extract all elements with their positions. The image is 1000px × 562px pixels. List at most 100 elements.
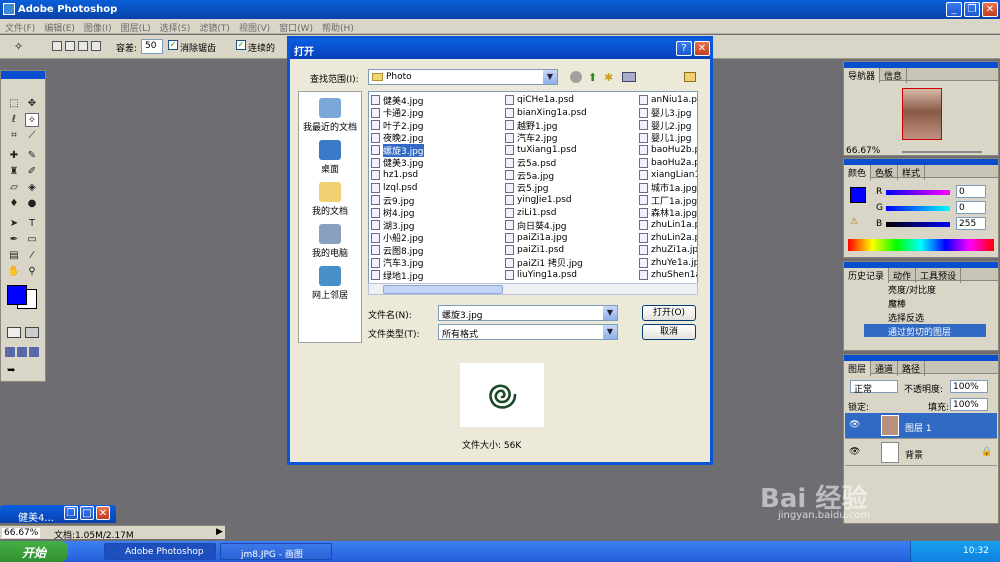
- slice-tool-icon[interactable]: ⟋: [25, 129, 39, 143]
- contiguous-checkbox[interactable]: ✓: [236, 40, 246, 50]
- place-desktop[interactable]: 桌面: [299, 140, 361, 175]
- scrollbar-thumb[interactable]: [383, 285, 503, 294]
- file-item[interactable]: lzql.psd: [371, 182, 499, 195]
- b-slider[interactable]: [886, 222, 950, 227]
- file-item[interactable]: 螺旋3.jpg: [371, 143, 499, 157]
- file-item[interactable]: paiZi1a.jpg: [505, 232, 633, 245]
- file-item[interactable]: 夜晚2.jpg: [371, 132, 499, 144]
- layer-row[interactable]: 👁 图层 1: [845, 413, 997, 439]
- pen-tool-icon[interactable]: ✒: [7, 233, 21, 247]
- navigator-thumbnail[interactable]: [902, 88, 942, 140]
- menu-layer[interactable]: 图层(L): [116, 19, 155, 34]
- fullscreen-mode-icon[interactable]: [29, 347, 39, 357]
- foreground-color-swatch[interactable]: [7, 285, 27, 305]
- file-item[interactable]: paiZi1 拷贝.jpg: [505, 257, 633, 269]
- history-item[interactable]: 选择反选: [864, 310, 986, 324]
- history-brush-icon[interactable]: ✐: [25, 165, 39, 179]
- b-input[interactable]: 255: [956, 217, 986, 230]
- file-item[interactable]: baoHu2b.ps: [639, 144, 697, 157]
- foreground-color-swatch[interactable]: [850, 187, 866, 203]
- bucket-tool-icon[interactable]: ◈: [25, 181, 39, 195]
- file-item[interactable]: 婴儿1.jpg: [639, 132, 697, 144]
- filename-input[interactable]: 螺旋3.jpg ▼: [438, 305, 618, 321]
- file-item[interactable]: hz1.psd: [371, 169, 499, 182]
- file-item[interactable]: yingJie1.psd: [505, 194, 633, 207]
- tab-actions[interactable]: 动作: [889, 268, 917, 283]
- minimize-button[interactable]: _: [946, 2, 962, 17]
- file-item[interactable]: 汽车2.jpg: [505, 132, 633, 144]
- file-item[interactable]: 云5.jpg: [505, 182, 633, 194]
- eye-icon[interactable]: 👁: [849, 447, 860, 457]
- file-item[interactable]: 绿地1.jpg: [371, 269, 499, 282]
- tab-channels[interactable]: 通道: [871, 361, 899, 376]
- zoom-tool-icon[interactable]: ⚲: [25, 265, 39, 279]
- back-icon[interactable]: [570, 71, 582, 83]
- task-paint[interactable]: jm8.JPG - 画图: [220, 543, 332, 560]
- file-item[interactable]: 云9.jpg: [371, 194, 499, 207]
- standard-mode-icon[interactable]: [7, 327, 21, 338]
- lasso-tool-icon[interactable]: ℓ: [7, 113, 21, 127]
- notes-tool-icon[interactable]: ▤: [7, 249, 21, 263]
- hand-tool-icon[interactable]: ✋: [7, 265, 21, 279]
- healing-brush-icon[interactable]: ✚: [7, 149, 21, 163]
- shape-tool-icon[interactable]: ▭: [25, 233, 39, 247]
- subtract-selection-icon[interactable]: [78, 41, 88, 51]
- file-item[interactable]: 向日葵4.jpg: [505, 219, 633, 232]
- blend-mode-dropdown[interactable]: 正常: [850, 380, 898, 395]
- open-button[interactable]: 打开(O): [642, 305, 696, 321]
- doc-restore-button[interactable]: ❐: [64, 506, 78, 520]
- file-item[interactable]: 健美3.jpg: [371, 157, 499, 169]
- r-slider[interactable]: [886, 190, 950, 195]
- history-item[interactable]: 魔棒: [864, 296, 986, 310]
- antialias-checkbox[interactable]: ✓: [168, 40, 178, 50]
- type-tool-icon[interactable]: T: [25, 217, 39, 231]
- screen-mode-icon[interactable]: [5, 347, 15, 357]
- menu-help[interactable]: 帮助(H): [317, 19, 358, 34]
- file-item[interactable]: zhuLin2a.p: [639, 232, 697, 245]
- task-photoshop[interactable]: Adobe Photoshop: [104, 543, 216, 560]
- file-item[interactable]: 健美4.jpg: [371, 94, 499, 107]
- place-computer[interactable]: 我的电脑: [299, 224, 361, 259]
- layer-row[interactable]: 👁 背景 🔒: [845, 440, 997, 466]
- eye-icon[interactable]: 👁: [849, 420, 860, 430]
- start-button[interactable]: 开始: [0, 541, 68, 562]
- file-item[interactable]: zhuZi1a.jpg: [639, 244, 697, 257]
- file-item[interactable]: paiZi1.psd: [505, 244, 633, 257]
- menu-image[interactable]: 图像(I): [79, 19, 116, 34]
- desktop-folder-icon[interactable]: [684, 72, 696, 82]
- history-item-active[interactable]: 通过剪切的图层: [864, 324, 986, 338]
- doc-close-button[interactable]: ✕: [96, 506, 110, 520]
- dialog-close-button[interactable]: ✕: [694, 41, 710, 56]
- file-item[interactable]: anNiu1a.ps: [639, 94, 697, 107]
- place-network[interactable]: 网上邻居: [299, 266, 361, 301]
- jump-to-imageready-icon[interactable]: ➥: [7, 365, 35, 377]
- history-item[interactable]: 亮度/对比度: [864, 282, 986, 296]
- move-tool-icon[interactable]: ✥: [25, 97, 39, 111]
- file-item[interactable]: 云图8.jpg: [371, 244, 499, 257]
- file-item[interactable]: 森林1a.jpg: [639, 207, 697, 219]
- eraser-tool-icon[interactable]: ▱: [7, 181, 21, 195]
- file-item[interactable]: 婴儿3.jpg: [639, 107, 697, 119]
- file-item[interactable]: ziLi1.psd: [505, 207, 633, 220]
- help-button[interactable]: ?: [676, 41, 692, 56]
- file-item[interactable]: 婴儿2.jpg: [639, 119, 697, 132]
- quickmask-mode-icon[interactable]: [25, 327, 39, 338]
- file-item[interactable]: 工厂1a.jpg: [639, 194, 697, 207]
- zoom-slider[interactable]: [902, 151, 982, 153]
- file-item[interactable]: zhuShen1a.: [639, 269, 697, 282]
- dodge-tool-icon[interactable]: ●: [25, 197, 39, 211]
- intersect-selection-icon[interactable]: [91, 41, 101, 51]
- brush-tool-icon[interactable]: ✎: [25, 149, 39, 163]
- tab-color[interactable]: 颜色: [844, 165, 872, 180]
- tab-info[interactable]: 信息: [880, 68, 908, 83]
- opacity-input[interactable]: 100%: [950, 380, 988, 393]
- magic-wand-icon[interactable]: ✧: [14, 40, 23, 53]
- file-item[interactable]: 云5a.psd: [505, 157, 633, 169]
- menu-select[interactable]: 选择(S): [155, 19, 195, 34]
- file-item[interactable]: qiCHe1a.psd: [505, 94, 633, 107]
- add-selection-icon[interactable]: [65, 41, 75, 51]
- file-item[interactable]: 汽车3.jpg: [371, 257, 499, 269]
- menu-edit[interactable]: 编辑(E): [39, 19, 79, 34]
- tab-tool-presets[interactable]: 工具预设: [916, 268, 962, 283]
- menu-view[interactable]: 视图(V): [234, 19, 274, 34]
